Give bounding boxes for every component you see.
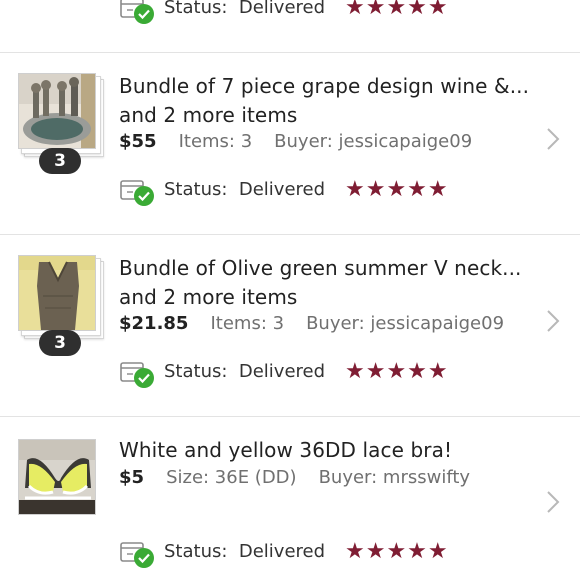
chevron-right-icon[interactable] (546, 490, 560, 514)
buyer-name: Buyer: jessicapaige09 (306, 313, 505, 334)
package-check-icon (120, 542, 154, 568)
order-price: $21.85 (119, 313, 189, 334)
status-label: Status: (164, 541, 228, 562)
chevron-right-icon[interactable] (546, 309, 560, 333)
order-price: $55 (119, 131, 157, 152)
status-label: Status: (164, 0, 228, 18)
item-count-badge: 3 (39, 148, 81, 174)
item-size: Size: 36E (DD) (166, 467, 297, 488)
order-title: White and yellow 36DD lace bra! (119, 438, 453, 462)
order-title: Bundle of 7 piece grape design wine &...… (119, 74, 530, 127)
order-thumbnail: 3 (18, 73, 104, 174)
rating-stars: ★★★★★ (345, 177, 449, 202)
item-count: Items: 3 (178, 131, 253, 152)
item-count-badge: 3 (39, 330, 81, 356)
sold-orders-list: Status: Delivered ★★★★★ 3 Bundle of 7 pi… (0, 0, 580, 580)
status-label: Status: (164, 179, 228, 200)
buyer-name: Buyer: mrsswifty (318, 467, 471, 488)
package-check-icon (120, 0, 154, 24)
order-thumbnail: 3 (18, 255, 104, 356)
status-value: Delivered (238, 361, 326, 382)
order-meta: $5 Size: 36E (DD) Buyer: mrsswifty (119, 467, 470, 488)
buyer-name: Buyer: jessicapaige09 (274, 131, 473, 152)
rating-stars: ★★★★★ (345, 0, 449, 20)
product-image (18, 255, 96, 331)
order-thumbnail (18, 439, 98, 517)
chevron-right-icon[interactable] (546, 127, 560, 151)
status-label: Status: (164, 361, 228, 382)
order-row[interactable]: White and yellow 36DD lace bra! $5 Size: … (0, 417, 580, 580)
order-row[interactable]: 3 Bundle of 7 piece grape design wine &.… (0, 53, 580, 235)
status-value: Delivered (238, 179, 326, 200)
rating-stars: ★★★★★ (345, 539, 449, 564)
order-row[interactable]: Status: Delivered ★★★★★ (0, 0, 580, 53)
order-meta: $55 Items: 3 Buyer: jessicapaige09 (119, 131, 472, 152)
item-count: Items: 3 (210, 313, 285, 334)
order-price: $5 (119, 467, 145, 488)
order-meta: $21.85 Items: 3 Buyer: jessicapaige09 (119, 313, 504, 334)
order-title: Bundle of Olive green summer V neck... a… (119, 256, 522, 309)
rating-stars: ★★★★★ (345, 359, 449, 384)
product-image (18, 73, 96, 149)
product-image (18, 439, 96, 515)
status-value: Delivered (238, 0, 326, 18)
order-row[interactable]: 3 Bundle of Olive green summer V neck...… (0, 235, 580, 417)
status-value: Delivered (238, 541, 326, 562)
package-check-icon (120, 180, 154, 206)
package-check-icon (120, 362, 154, 388)
